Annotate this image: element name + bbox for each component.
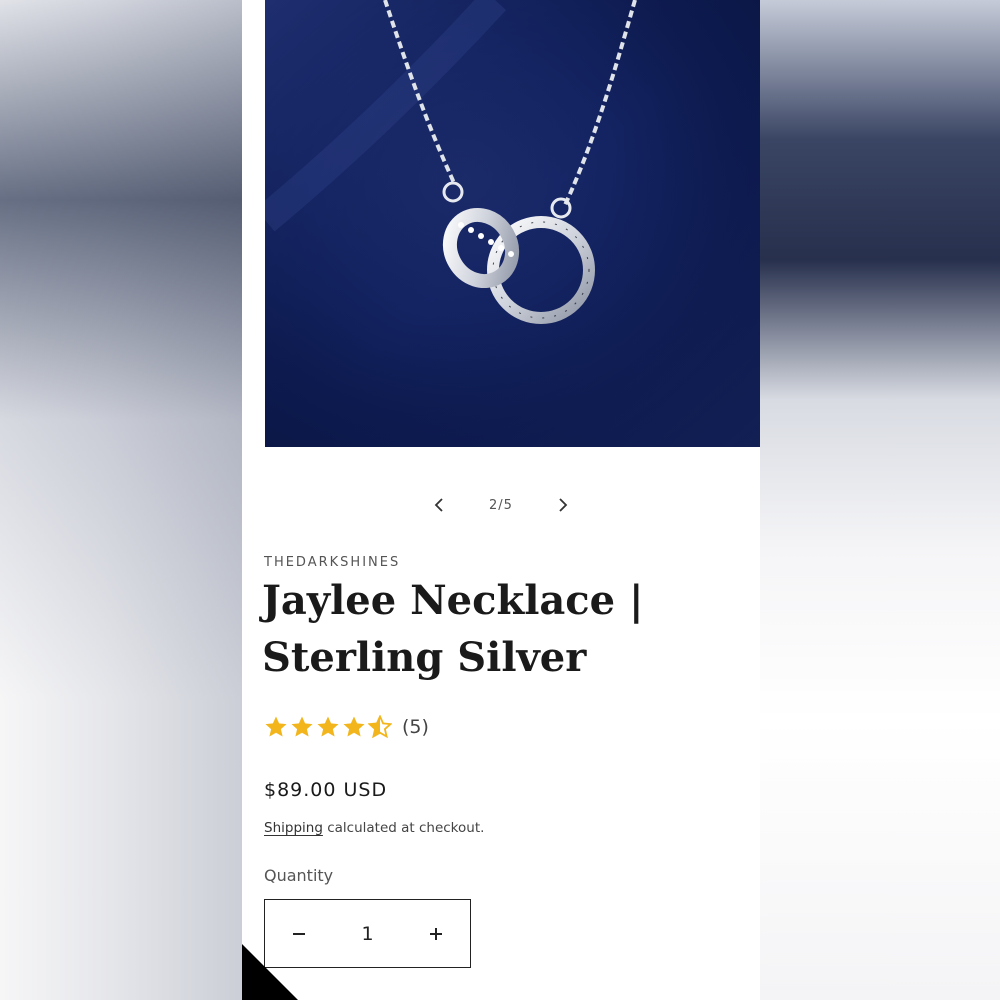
shipping-link[interactable]: Shipping — [264, 820, 323, 836]
slide-counter: 2/5 — [489, 497, 513, 513]
corner-triangle — [242, 944, 298, 1000]
review-count: (5) — [402, 716, 429, 738]
quantity-input[interactable]: 1 — [338, 923, 398, 945]
necklace-illustration — [265, 0, 760, 447]
product-rating[interactable]: (5) — [264, 715, 429, 739]
product-title: Jaylee Necklace | Sterling Silver — [262, 577, 644, 681]
minus-icon — [293, 932, 305, 935]
star-full-icon — [343, 716, 365, 737]
blurred-background-right — [760, 0, 1000, 1000]
product-page: 2/5 THEDARKSHINES Jaylee Necklace | Ster… — [242, 0, 760, 1000]
quantity-label: Quantity — [264, 866, 334, 885]
shipping-text: calculated at checkout. — [322, 820, 485, 836]
chevron-right-icon[interactable] — [553, 490, 573, 520]
product-price: $89.00 USD — [264, 779, 388, 801]
image-slider-nav: 2/5 — [242, 490, 760, 520]
product-image[interactable] — [265, 0, 760, 447]
plus-icon — [430, 927, 442, 940]
chevron-left-icon[interactable] — [429, 490, 449, 520]
blurred-background-left — [0, 0, 260, 1000]
shipping-note: Shipping calculated at checkout. — [264, 820, 484, 836]
star-full-icon — [265, 716, 287, 737]
star-half-icon — [368, 715, 392, 739]
increase-quantity-button[interactable] — [402, 900, 470, 967]
rating-stars — [264, 715, 392, 739]
star-full-icon — [291, 716, 313, 737]
star-full-icon — [317, 716, 339, 737]
product-vendor: THEDARKSHINES — [264, 555, 401, 570]
